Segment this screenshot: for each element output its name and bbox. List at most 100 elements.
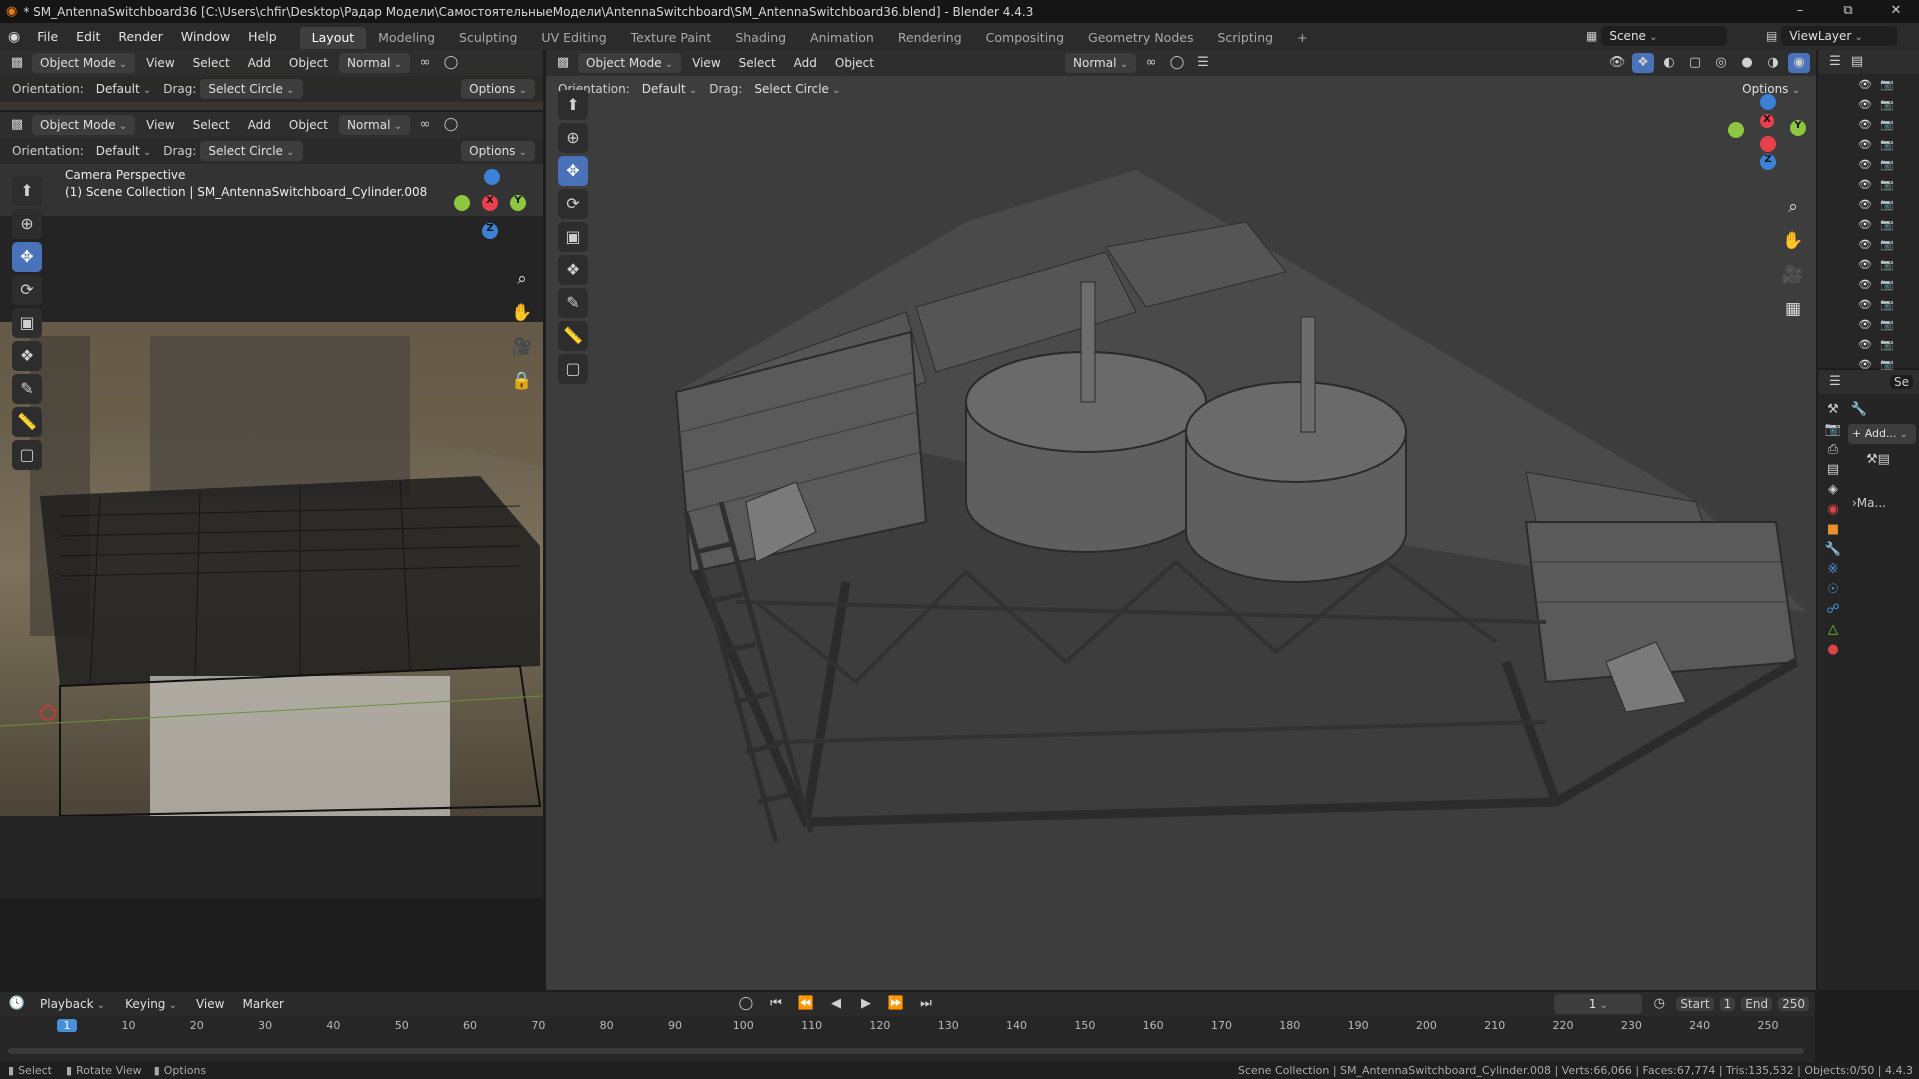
render-camera-icon[interactable]: 📷: [1880, 138, 1894, 151]
measure-tool[interactable]: 📏: [12, 407, 42, 437]
menu-file[interactable]: File: [28, 23, 67, 50]
menu-object[interactable]: Object: [282, 114, 335, 136]
annotate-tool[interactable]: ✎: [12, 374, 42, 404]
pan-hand-icon[interactable]: ✋: [505, 296, 539, 330]
add-cube-tool[interactable]: ▢: [12, 440, 42, 470]
drag-dropdown[interactable]: Select Circle: [200, 79, 303, 99]
outliner-row[interactable]: 👁 📷: [1858, 254, 1919, 274]
render-camera-icon[interactable]: 📷: [1880, 218, 1894, 231]
minimize-button[interactable]: –: [1780, 0, 1820, 23]
prev-keyframe-icon[interactable]: ⏪: [795, 994, 817, 1014]
object-tab-icon[interactable]: ■: [1822, 520, 1844, 540]
menu-add[interactable]: Add: [241, 114, 278, 136]
render-camera-icon[interactable]: 📷: [1880, 158, 1894, 171]
orientation-value[interactable]: Default: [88, 79, 159, 99]
render-camera-icon[interactable]: 📷: [1880, 78, 1894, 91]
constraints-tab-icon[interactable]: ☍: [1822, 600, 1844, 620]
render-camera-icon[interactable]: 📷: [1880, 258, 1894, 271]
gizmo-z-neg[interactable]: [484, 169, 500, 185]
scene-selector[interactable]: ▦ Scene: [1586, 26, 1728, 46]
outliner-row[interactable]: 👁 📷: [1858, 174, 1919, 194]
render-camera-icon[interactable]: 📷: [1880, 358, 1894, 371]
viewlayer-selector[interactable]: ▤ ViewLayer: [1766, 26, 1898, 46]
main-navigation-gizmo[interactable]: X Y Z: [1726, 92, 1810, 176]
measure-tool[interactable]: 📏: [558, 321, 588, 351]
proportional-edit-icon[interactable]: ◯: [1166, 53, 1188, 73]
annotate-tool[interactable]: ✎: [558, 288, 588, 318]
outliner-row[interactable]: 👁 📷: [1858, 234, 1919, 254]
cursor-tool[interactable]: ⊕: [558, 123, 588, 153]
visibility-eye-icon[interactable]: 👁: [1858, 218, 1872, 231]
outliner-row[interactable]: 👁 📷: [1858, 154, 1919, 174]
menu-view[interactable]: View: [139, 52, 181, 74]
visibility-eye-icon[interactable]: 👁: [1858, 258, 1872, 271]
transform-tool[interactable]: ❖: [12, 341, 42, 371]
play-reverse-icon[interactable]: ◀: [825, 994, 847, 1014]
scene-tab-icon[interactable]: ◈: [1822, 480, 1844, 500]
pan-hand-icon[interactable]: ✋: [1776, 224, 1810, 258]
close-button[interactable]: ✕: [1876, 0, 1916, 23]
top-left-viewport[interactable]: ▩ Object Mode View Select Add Object Nor…: [0, 50, 543, 110]
material-shading-icon[interactable]: ◑: [1762, 53, 1784, 73]
timeline-scrollbar[interactable]: [8, 1048, 1804, 1054]
visibility-eye-icon[interactable]: 👁: [1858, 318, 1872, 331]
material-tab-icon[interactable]: ●: [1822, 640, 1844, 660]
menu-edit[interactable]: Edit: [67, 23, 109, 50]
rendered-shading-icon[interactable]: ◉: [1788, 53, 1810, 73]
gizmo-y-neg[interactable]: [454, 195, 470, 211]
physics-tab-icon[interactable]: ☉: [1822, 580, 1844, 600]
orientation-dropdown[interactable]: Normal: [1065, 53, 1136, 73]
outliner-row[interactable]: 👁 📷: [1858, 334, 1919, 354]
next-keyframe-icon[interactable]: ⏩: [885, 994, 907, 1014]
visibility-eye-icon[interactable]: 👁: [1858, 78, 1872, 91]
end-frame-field[interactable]: 250: [1778, 997, 1809, 1011]
transform-tool[interactable]: ❖: [558, 255, 588, 285]
outliner-row[interactable]: 👁 📷: [1858, 274, 1919, 294]
gizmo-x-pos[interactable]: X: [1760, 114, 1774, 128]
wireframe-shading-icon[interactable]: ◎: [1710, 53, 1732, 73]
playback-menu[interactable]: Playback: [32, 994, 113, 1014]
snap-icon[interactable]: ∞: [1140, 53, 1162, 73]
tab-layout[interactable]: Layout: [299, 26, 367, 49]
snap-increment-icon[interactable]: ☰: [1192, 53, 1214, 73]
modifier-tab-icon[interactable]: 🔧: [1822, 540, 1844, 560]
viewlayer-field[interactable]: ViewLayer: [1781, 26, 1898, 46]
snap-icon[interactable]: ∞: [414, 115, 436, 135]
clock-icon[interactable]: ◷: [1648, 994, 1670, 1014]
render-camera-icon[interactable]: 📷: [1880, 298, 1894, 311]
orientation-value[interactable]: Default: [634, 79, 705, 99]
tab-geometry-nodes[interactable]: Geometry Nodes: [1076, 27, 1205, 49]
outliner-row[interactable]: 👁 📷: [1858, 114, 1919, 134]
render-camera-icon[interactable]: 📷: [1880, 238, 1894, 251]
properties-editor-icon[interactable]: ☰: [1824, 372, 1846, 392]
start-frame-field[interactable]: 1: [1719, 997, 1736, 1011]
render-camera-icon[interactable]: 📷: [1880, 278, 1894, 291]
drag-dropdown[interactable]: Select Circle: [200, 141, 303, 161]
outliner-row[interactable]: 👁 📷: [1858, 314, 1919, 334]
gizmo-z-pos[interactable]: Z: [482, 223, 498, 239]
add-cube-tool[interactable]: ▢: [558, 354, 588, 384]
visibility-eye-icon[interactable]: 👁: [1858, 98, 1872, 111]
outliner-editor-icon[interactable]: ☰: [1824, 52, 1846, 72]
menu-help[interactable]: Help: [239, 23, 286, 50]
view-layer-tab-icon[interactable]: ▤: [1822, 460, 1844, 480]
menu-add[interactable]: Add: [241, 52, 278, 74]
tab-rendering[interactable]: Rendering: [886, 27, 974, 49]
visibility-eye-icon[interactable]: 👁: [1858, 118, 1872, 131]
gizmo-y-pos[interactable]: Y: [510, 195, 526, 211]
outliner-row[interactable]: 👁 📷: [1858, 74, 1919, 94]
add-workspace-button[interactable]: +: [1285, 27, 1319, 49]
visibility-eye-icon[interactable]: 👁: [1858, 178, 1872, 191]
menu-add[interactable]: Add: [787, 52, 824, 74]
outliner-row[interactable]: 👁 📷: [1858, 214, 1919, 234]
render-tab-icon[interactable]: 📷: [1822, 420, 1844, 440]
timeline[interactable]: 🕓 Playback Keying View Marker ◯ ⏮ ⏪ ◀ ▶ …: [0, 992, 1815, 1062]
data-tab-icon[interactable]: △: [1822, 620, 1844, 640]
timeline-view-menu[interactable]: View: [189, 993, 231, 1015]
render-camera-icon[interactable]: 📷: [1880, 178, 1894, 191]
particles-tab-icon[interactable]: ※: [1822, 560, 1844, 580]
tab-modeling[interactable]: Modeling: [366, 27, 447, 49]
proportional-edit-icon[interactable]: ◯: [440, 115, 462, 135]
editor-type-icon[interactable]: ▩: [552, 53, 574, 73]
menu-view[interactable]: View: [685, 52, 727, 74]
